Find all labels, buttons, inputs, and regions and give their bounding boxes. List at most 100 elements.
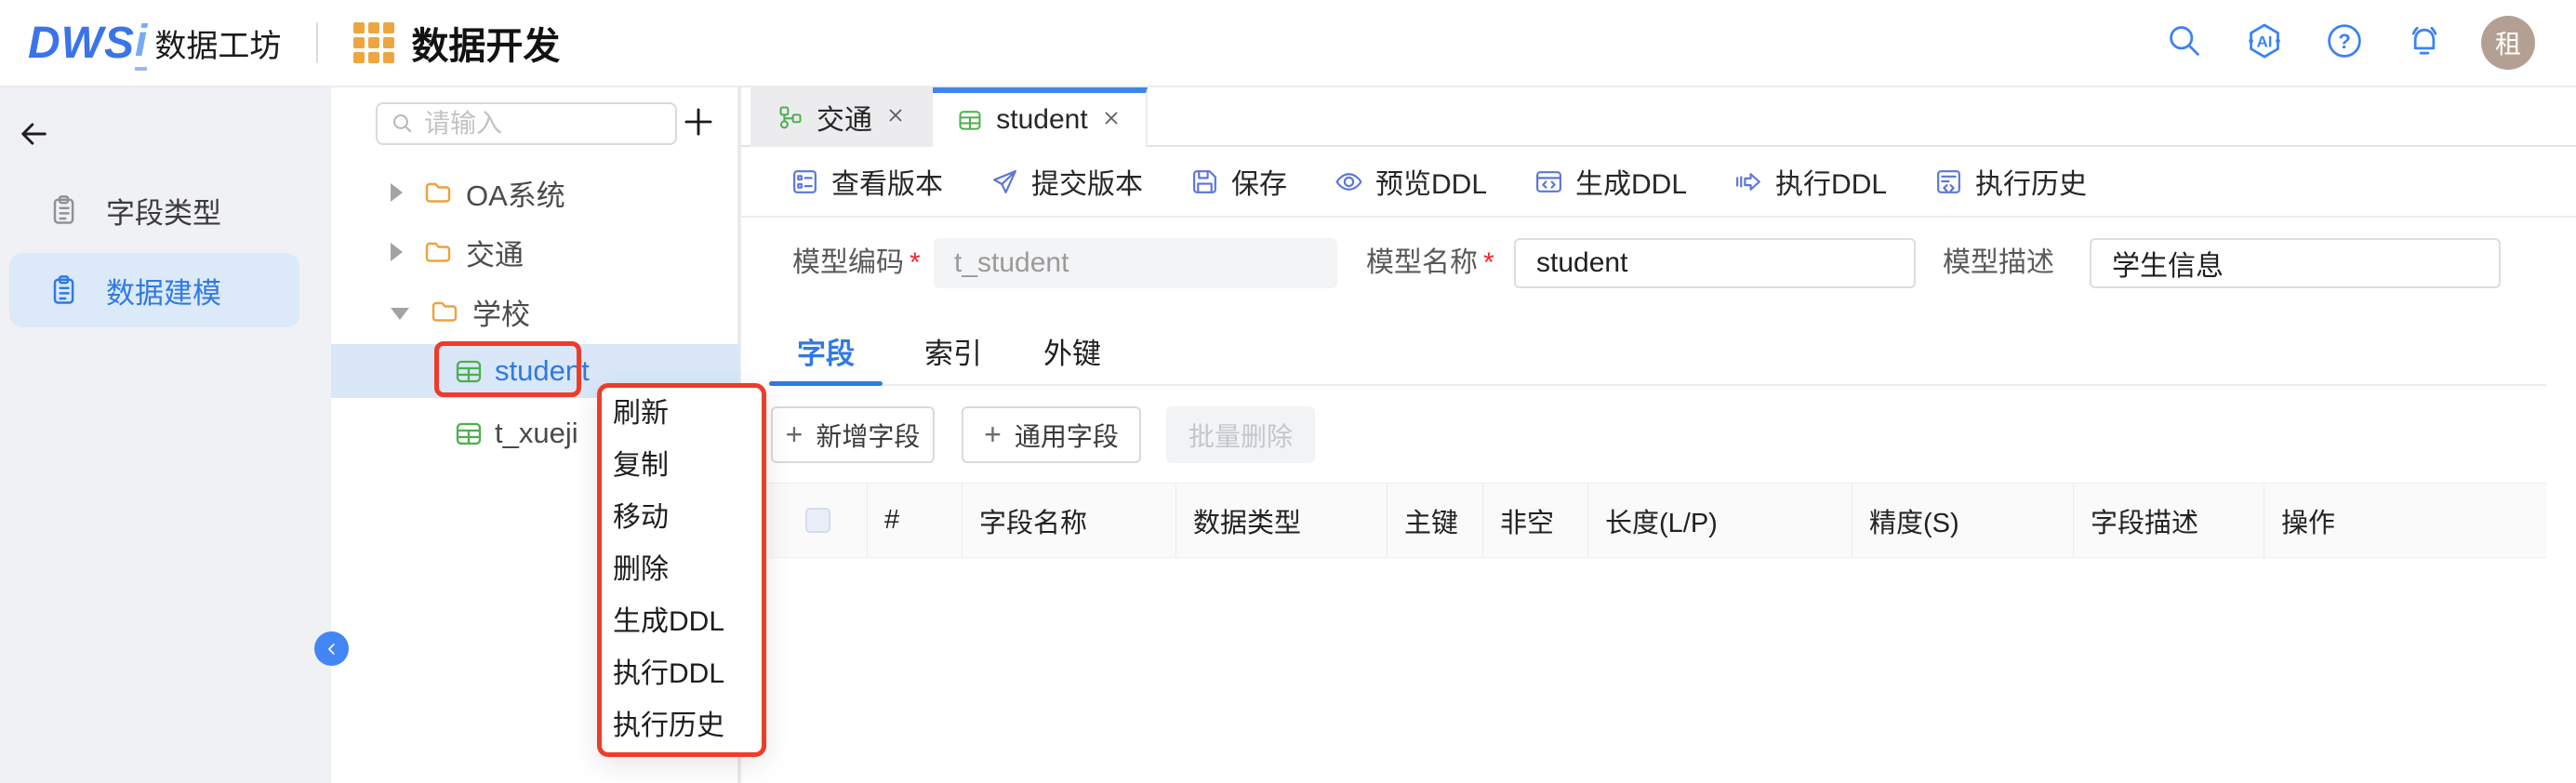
close-icon[interactable] <box>885 101 906 133</box>
tree-node-label: student <box>495 354 590 388</box>
tree-node-traffic[interactable]: 交通 <box>331 225 739 279</box>
generate-ddl-button[interactable]: 生成DDL <box>1534 161 1687 202</box>
plus-icon: + <box>984 418 1002 452</box>
context-menu: 刷新 复制 移动 删除 生成DDL 执行DDL 执行历史 <box>597 383 766 757</box>
code-window-icon <box>1534 166 1564 197</box>
sidebar-item-data-modeling[interactable]: 数据建模 <box>9 253 299 327</box>
tree-node-oa-system[interactable]: OA系统 <box>331 166 739 219</box>
avatar[interactable]: 租 <box>2481 16 2535 70</box>
brand-name: 数据工坊 <box>154 20 281 66</box>
dws-logo: DWS <box>28 18 135 69</box>
menu-item-move[interactable]: 移动 <box>602 492 762 544</box>
active-tab-underline <box>769 381 883 386</box>
toolbar-label: 执行DDL <box>1775 161 1887 202</box>
folder-icon <box>423 179 453 206</box>
main-content: 交通 student 查看版本 提交版本 保存 <box>739 87 2576 783</box>
toolbar-label: 保存 <box>1231 161 1287 202</box>
column-header-length: 长度(L/P) <box>1587 484 1852 557</box>
tab-fields[interactable]: 字段 <box>769 318 883 383</box>
toolbar-label: 提交版本 <box>1031 161 1143 202</box>
menu-item-refresh[interactable]: 刷新 <box>602 388 762 440</box>
batch-delete-button: 批量删除 <box>1166 406 1315 463</box>
toolbar-label: 生成DDL <box>1575 161 1687 202</box>
column-header-field-description: 字段描述 <box>2073 484 2264 557</box>
caret-right-icon[interactable] <box>391 243 403 261</box>
preview-ddl-button[interactable]: 预览DDL <box>1334 161 1487 202</box>
close-icon[interactable] <box>1101 104 1122 136</box>
search-icon[interactable] <box>2165 21 2204 65</box>
tree-node-label: t_xueji <box>495 417 578 450</box>
table-icon <box>454 418 484 448</box>
model-name-label: 模型名称* <box>1366 238 1494 288</box>
tree-node-school[interactable]: 学校 <box>331 285 739 338</box>
toolbar-label: 执行历史 <box>1975 161 2087 202</box>
menu-item-execute-ddl[interactable]: 执行DDL <box>602 648 762 700</box>
search-icon <box>391 112 415 136</box>
table-icon <box>454 356 484 386</box>
execute-ddl-button[interactable]: 执行DDL <box>1733 161 1887 202</box>
submit-version-button[interactable]: 提交版本 <box>989 161 1143 202</box>
view-versions-button[interactable]: 查看版本 <box>790 161 943 202</box>
history-list-icon <box>1933 166 1964 197</box>
column-header-not-null: 非空 <box>1482 484 1587 557</box>
folder-icon <box>430 298 459 325</box>
tree-node-label: 学校 <box>472 291 530 333</box>
plus-icon: + <box>786 418 803 452</box>
sidebar-item-label: 数据建模 <box>106 270 221 312</box>
model-name-input[interactable] <box>1514 238 1916 288</box>
editor-tab-student[interactable]: student <box>933 87 1148 147</box>
tree-search-box[interactable] <box>376 102 677 145</box>
editor-toolbar: 查看版本 提交版本 保存 预览DDL 生成DDL 执行DDL 执行历史 <box>741 147 2576 218</box>
chevron-left-icon <box>323 640 341 658</box>
clipboard-icon <box>46 193 80 227</box>
app-grid-icon <box>353 22 394 63</box>
header-divider <box>316 22 318 63</box>
tabs-divider <box>769 384 2546 386</box>
paper-plane-icon <box>989 166 1020 197</box>
tree-search-input[interactable] <box>424 109 629 139</box>
ai-assistant-icon[interactable]: AI <box>2245 21 2284 65</box>
add-model-button[interactable] <box>677 100 720 143</box>
save-button[interactable]: 保存 <box>1189 161 1287 202</box>
menu-item-delete[interactable]: 删除 <box>602 544 762 596</box>
app-header: DWS i 数据工坊 数据开发 AI ? <box>0 0 2576 87</box>
folder-icon <box>423 238 453 266</box>
caret-down-icon[interactable] <box>391 308 409 320</box>
execution-history-button[interactable]: 执行历史 <box>1933 161 2087 202</box>
add-field-button[interactable]: + 新增字段 <box>771 406 935 463</box>
model-code-input[interactable] <box>934 238 1337 288</box>
editor-tab-traffic[interactable]: 交通 <box>750 87 933 147</box>
run-arrow-icon <box>1733 166 1764 197</box>
required-mark: * <box>1483 247 1494 278</box>
tab-foreign-keys[interactable]: 外键 <box>1016 318 1129 383</box>
caret-right-icon[interactable] <box>391 183 403 202</box>
select-all-checkbox[interactable] <box>805 508 830 533</box>
sidebar-item-field-types[interactable]: 字段类型 <box>9 173 299 247</box>
tab-label: student <box>996 104 1087 136</box>
common-field-button[interactable]: + 通用字段 <box>962 406 1141 463</box>
sidebar-item-label: 字段类型 <box>106 190 221 232</box>
collapse-panel-button[interactable] <box>314 631 349 666</box>
back-button[interactable] <box>17 117 54 154</box>
tab-indexes[interactable]: 索引 <box>896 318 1010 383</box>
clipboard-icon <box>46 273 80 307</box>
page-title: 数据开发 <box>411 16 560 70</box>
notification-bell-icon[interactable] <box>2405 21 2444 65</box>
menu-item-copy[interactable]: 复制 <box>602 440 762 492</box>
tab-label: 交通 <box>817 97 872 138</box>
tree-node-label: OA系统 <box>466 172 565 214</box>
fields-table-header: # 字段名称 数据类型 主键 非空 长度(L/P) 精度(S) 字段描述 操作 <box>769 483 2546 558</box>
plus-icon <box>681 104 716 139</box>
save-icon <box>1189 166 1220 197</box>
eye-icon <box>1334 166 1364 197</box>
help-icon[interactable]: ? <box>2325 21 2364 65</box>
model-description-input[interactable] <box>2090 238 2501 288</box>
column-header-actions: 操作 <box>2264 484 2546 557</box>
menu-item-generate-ddl[interactable]: 生成DDL <box>602 596 762 648</box>
model-code-label: 模型编码* <box>792 238 921 288</box>
required-mark: * <box>910 247 921 278</box>
column-header-index: # <box>867 484 962 557</box>
menu-item-execution-history[interactable]: 执行历史 <box>602 700 762 752</box>
flow-icon <box>777 104 803 130</box>
select-all-cell <box>769 484 867 557</box>
